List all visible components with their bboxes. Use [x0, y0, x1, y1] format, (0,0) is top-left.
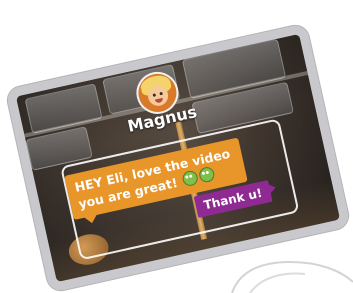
- stage: Magnus HEY Eli, love the video you are g…: [0, 0, 353, 293]
- green-face-emoji-icon: [181, 169, 200, 188]
- green-face-emoji-icon: [198, 165, 217, 184]
